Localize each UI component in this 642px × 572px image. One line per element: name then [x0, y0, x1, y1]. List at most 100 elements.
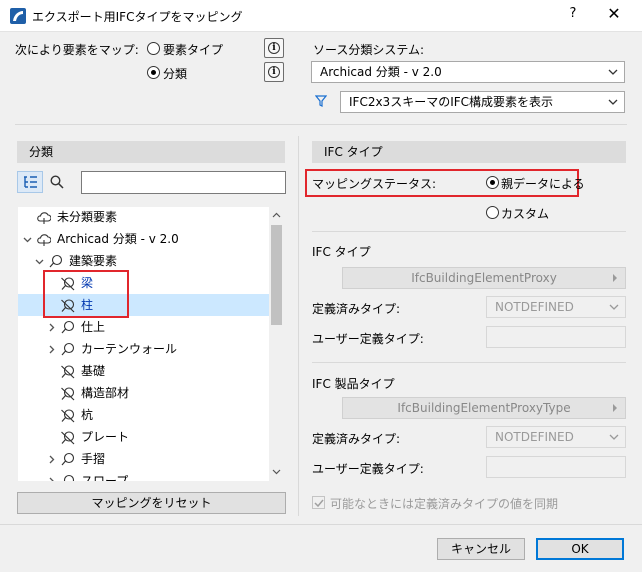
- radio-parent-data-label[interactable]: 親データによる: [501, 175, 585, 192]
- ifc-type-value: IfcBuildingElementProxy: [411, 271, 557, 285]
- help-button[interactable]: ?: [566, 6, 580, 21]
- tree-item-label: スロープ: [81, 474, 129, 482]
- ok-button[interactable]: OK: [536, 538, 624, 560]
- scroll-up-icon[interactable]: [272, 211, 281, 220]
- chevron-down-icon: [609, 304, 619, 310]
- sync-label: 可能なときには定義済みタイプの値を同期: [330, 497, 559, 511]
- tree-item[interactable]: 手摺: [18, 448, 270, 470]
- archicad-app-icon: [10, 8, 26, 24]
- search-input[interactable]: [81, 171, 286, 194]
- divider: [15, 124, 627, 125]
- info-icon: i: [268, 42, 280, 54]
- tag-icon: [60, 320, 75, 335]
- tree-item-label: 仕上: [81, 320, 106, 334]
- tag-icon: [60, 342, 75, 357]
- info-icon: i: [268, 66, 280, 78]
- chevron-down-icon: [608, 69, 618, 75]
- excluded-tag-icon: [60, 408, 75, 423]
- tree-item[interactable]: カーテンウォール: [18, 338, 270, 360]
- classification-header: 分類: [17, 141, 285, 163]
- cancel-button[interactable]: キャンセル: [437, 538, 525, 560]
- ifc-user-defined-label: ユーザー定義タイプ:: [312, 332, 424, 346]
- search-icon[interactable]: [50, 175, 64, 189]
- tree-item-label: 手摺: [81, 452, 106, 466]
- ifc-predefined-value: NOTDEFINED: [495, 300, 574, 314]
- tree-item[interactable]: プレート: [18, 426, 270, 448]
- cloud-icon: [36, 210, 52, 225]
- product-user-defined-label: ユーザー定義タイプ:: [312, 462, 424, 476]
- ifc-product-type-value: IfcBuildingElementProxyType: [397, 401, 571, 415]
- product-predefined-dropdown[interactable]: NOTDEFINED: [486, 426, 626, 448]
- radio-classification[interactable]: [147, 66, 160, 79]
- window-title: エクスポート用IFCタイプをマッピング: [32, 10, 243, 24]
- tree-scrollbar[interactable]: [269, 207, 284, 481]
- excluded-tag-icon: [60, 364, 75, 379]
- tree-item[interactable]: 基礎: [18, 360, 270, 382]
- filter-icon: [315, 95, 327, 107]
- tree-item[interactable]: 建築要素: [18, 250, 270, 272]
- chevron-right-icon[interactable]: [46, 470, 56, 481]
- chevron-down-icon: [609, 434, 619, 440]
- radio-classification-label[interactable]: 分類: [163, 65, 187, 82]
- tree-item[interactable]: 杭: [18, 404, 270, 426]
- footer-divider: [0, 524, 642, 525]
- tag-icon: [60, 474, 75, 481]
- tag-icon: [48, 254, 63, 269]
- tree-item[interactable]: 仕上: [18, 316, 270, 338]
- source-system-value: Archicad 分類 - v 2.0: [320, 65, 442, 79]
- radio-parent-data[interactable]: [486, 176, 499, 189]
- radio-element-type-label[interactable]: 要素タイプ: [163, 41, 223, 58]
- tree-item-label: 建築要素: [69, 254, 118, 268]
- reset-mapping-button[interactable]: マッピングをリセット: [17, 492, 286, 514]
- radio-custom[interactable]: [486, 206, 499, 219]
- cloud-icon: [36, 232, 52, 247]
- tree-item[interactable]: 構造部材: [18, 382, 270, 404]
- ifc-predefined-label: 定義済みタイプ:: [312, 302, 401, 316]
- tree-item[interactable]: 未分類要素: [18, 207, 270, 228]
- tree-item-label: カーテンウォール: [81, 342, 178, 356]
- info-button-element-type[interactable]: i: [264, 38, 284, 58]
- ifc-type-header: IFC タイプ: [312, 141, 626, 163]
- divider: [312, 362, 626, 363]
- radio-custom-label[interactable]: カスタム: [501, 205, 549, 222]
- scrollbar-thumb[interactable]: [271, 225, 282, 325]
- product-user-defined-input[interactable]: [486, 456, 626, 478]
- tree-item[interactable]: Archicad 分類 - v 2.0: [18, 228, 270, 250]
- product-predefined-label: 定義済みタイプ:: [312, 432, 401, 446]
- close-button[interactable]: ✕: [606, 4, 622, 23]
- tree-item-label: 基礎: [81, 364, 106, 378]
- ifc-type-dropdown[interactable]: IfcBuildingElementProxy: [342, 267, 626, 289]
- radio-element-type[interactable]: [147, 42, 160, 55]
- tag-icon: [60, 452, 75, 467]
- ifc-product-type-heading: IFC 製品タイプ: [312, 377, 395, 391]
- chevron-right-icon: [613, 404, 617, 412]
- tree-list-icon: [24, 176, 37, 188]
- excluded-tag-icon: [60, 386, 75, 401]
- divider: [312, 231, 626, 232]
- ifc-predefined-dropdown[interactable]: NOTDEFINED: [486, 296, 626, 318]
- tree-item-label: 構造部材: [81, 386, 130, 400]
- sync-checkbox[interactable]: [312, 496, 325, 509]
- info-button-classification[interactable]: i: [264, 62, 284, 82]
- mapping-status-label: マッピングステータス:: [312, 177, 437, 191]
- tree-item-label: プレート: [81, 430, 130, 444]
- scroll-down-icon[interactable]: [272, 467, 281, 476]
- ifc-product-type-dropdown[interactable]: IfcBuildingElementProxyType: [342, 397, 626, 419]
- filter-dropdown[interactable]: IFC2x3スキーマのIFC構成要素を表示: [340, 91, 625, 113]
- excluded-tag-icon: [60, 430, 75, 445]
- checkmark-icon: [314, 499, 324, 508]
- tree-item-label: Archicad 分類 - v 2.0: [57, 232, 179, 246]
- chevron-down-icon: [608, 99, 618, 105]
- filter-value: IFC2x3スキーマのIFC構成要素を表示: [349, 95, 554, 109]
- tree-view-toggle[interactable]: [17, 171, 43, 193]
- product-predefined-value: NOTDEFINED: [495, 430, 574, 444]
- map-by-label: 次により要素をマップ:: [15, 43, 139, 57]
- classification-tree[interactable]: 未分類要素 Archicad 分類 - v 2.0 建築要素梁柱仕上 カーテンウォール…: [17, 206, 285, 482]
- panel-splitter[interactable]: [298, 136, 299, 516]
- ifc-user-defined-input[interactable]: [486, 326, 626, 348]
- tree-item[interactable]: スロープ: [18, 470, 270, 482]
- source-system-dropdown[interactable]: Archicad 分類 - v 2.0: [311, 61, 625, 83]
- chevron-right-icon: [613, 274, 617, 282]
- source-system-label: ソース分類システム:: [313, 43, 425, 57]
- highlight-box: [43, 270, 129, 318]
